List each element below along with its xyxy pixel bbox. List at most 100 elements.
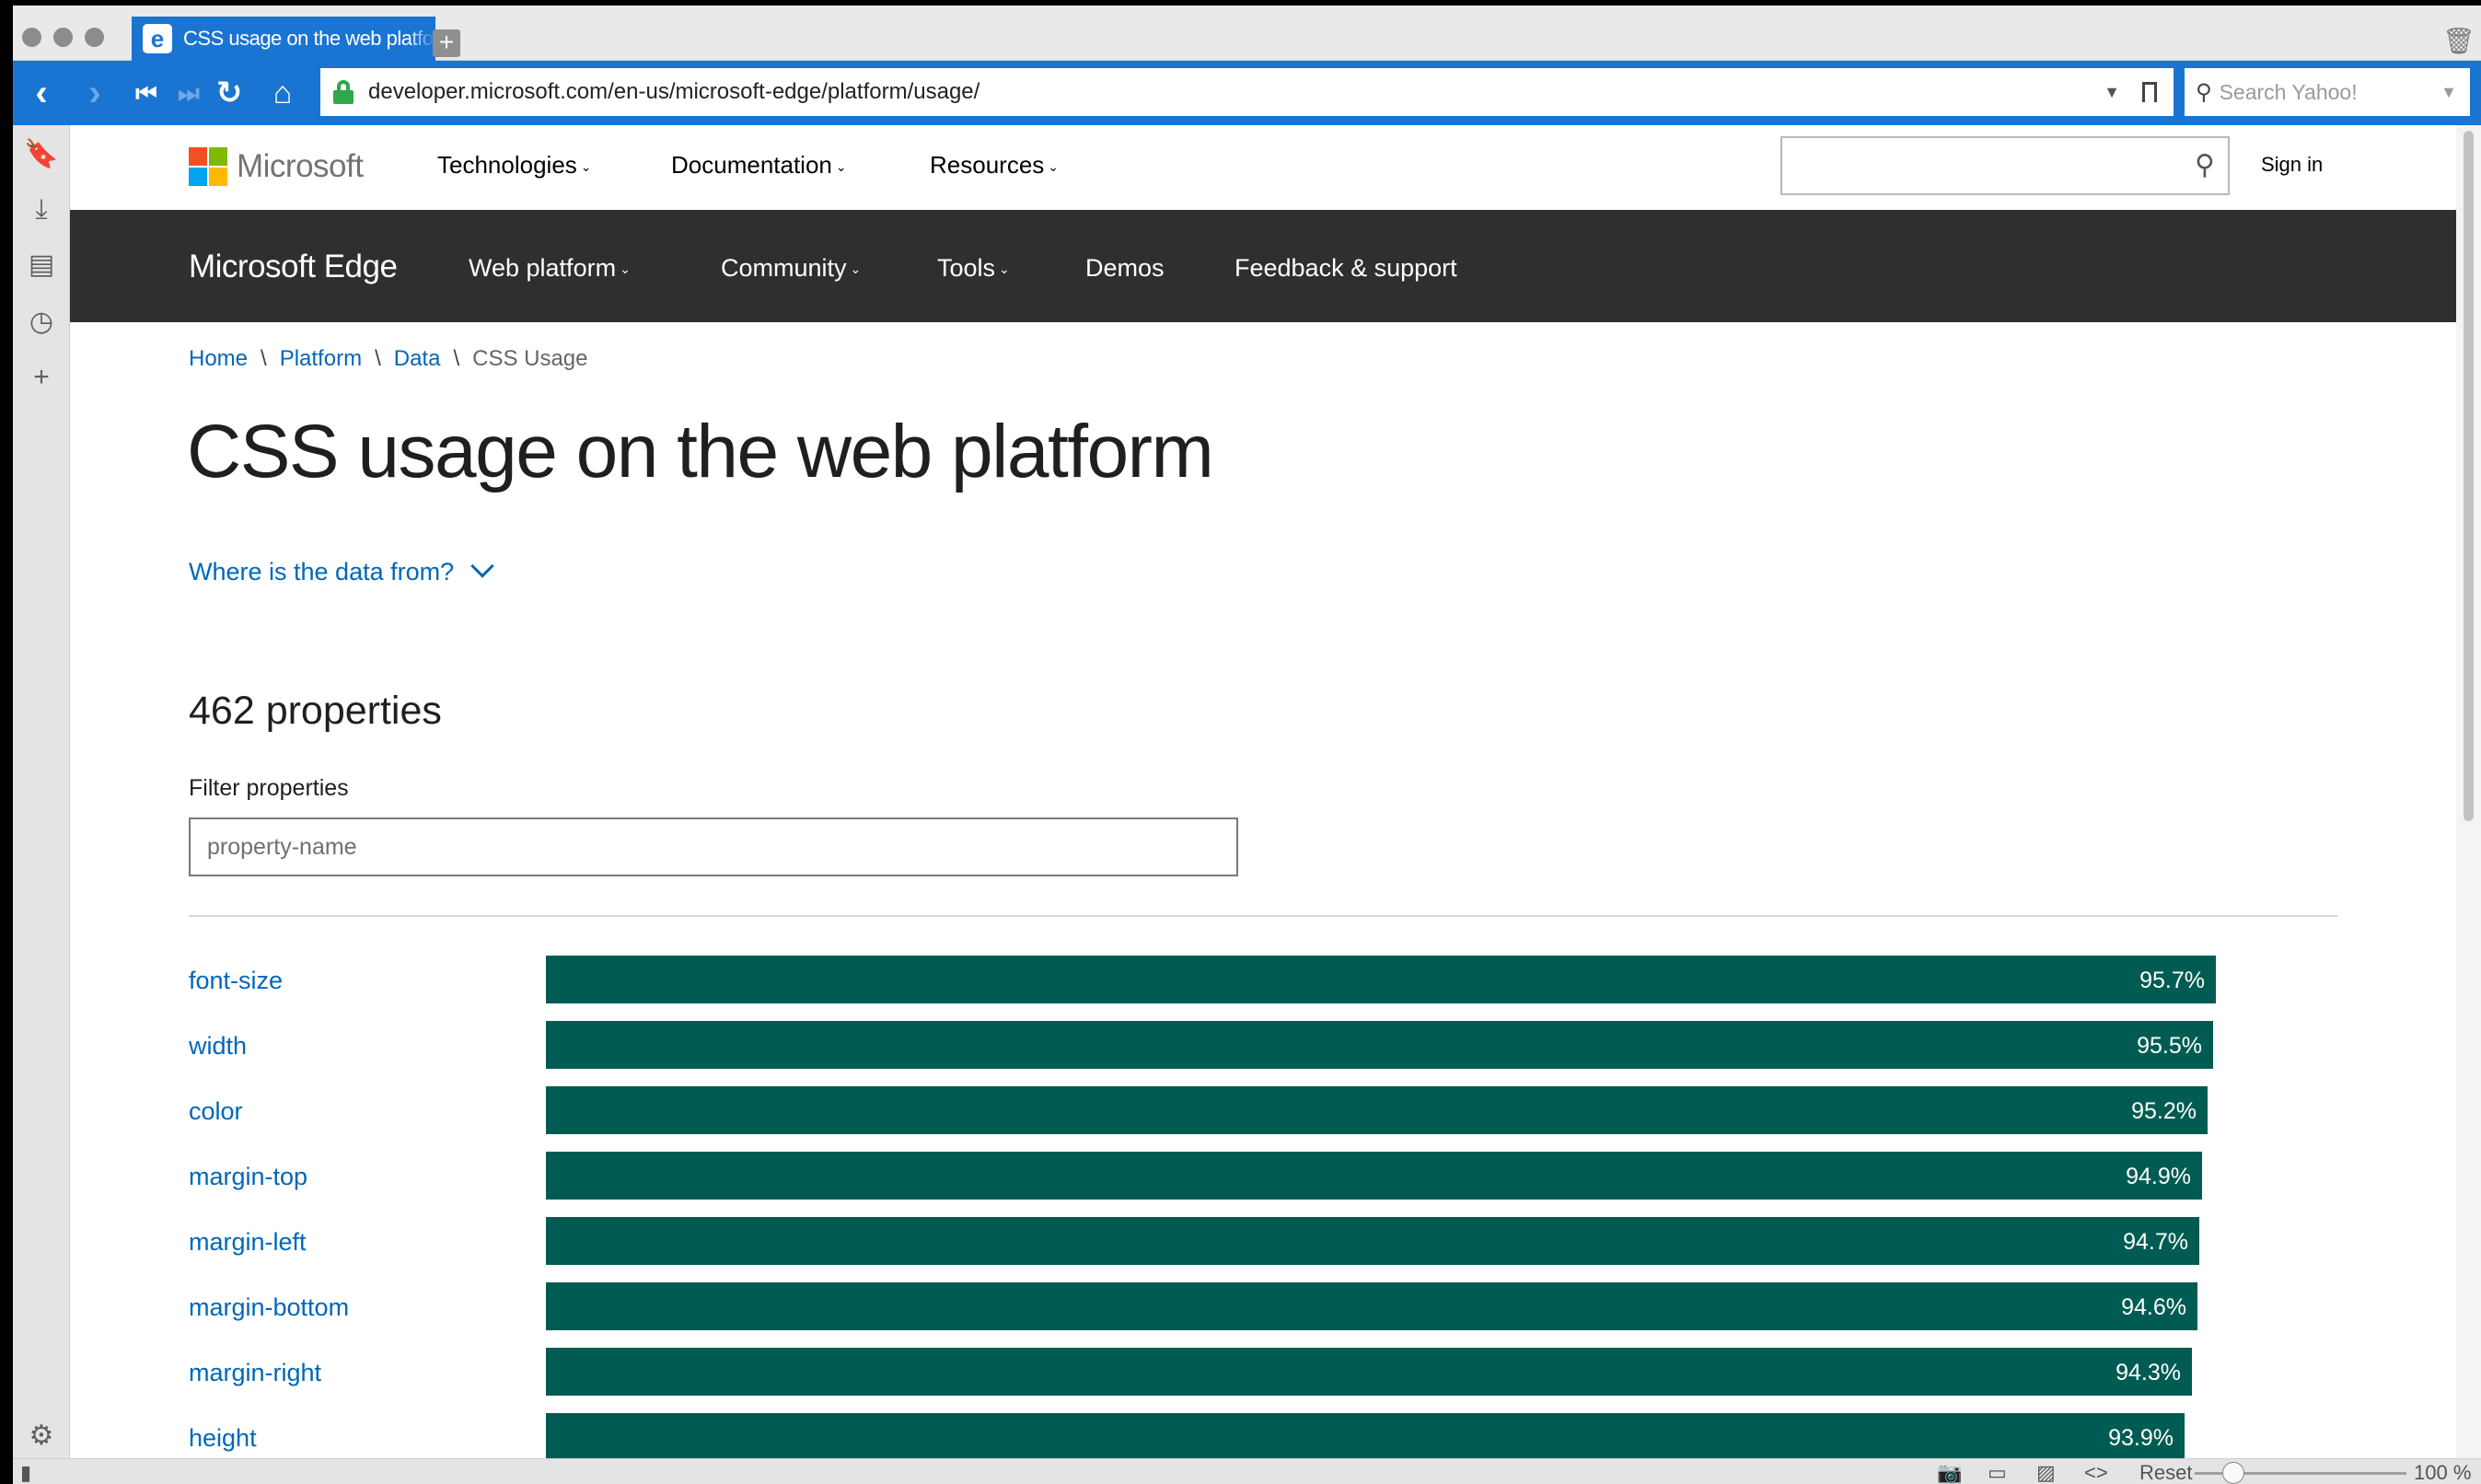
- title-bar: e CSS usage on the web platfo + 🗑: [13, 6, 2481, 61]
- edge-favicon-icon: e: [143, 24, 172, 53]
- fast-forward-button[interactable]: ⏭: [168, 72, 210, 114]
- page-actions-icon[interactable]: <>: [2084, 1461, 2108, 1484]
- usage-bar: 94.3%: [546, 1348, 2192, 1396]
- breadcrumb-platform[interactable]: Platform: [280, 346, 362, 372]
- breadcrumb-current: CSS Usage: [472, 346, 588, 371]
- images-toggle-icon[interactable]: ▨: [2036, 1461, 2056, 1484]
- tab-title: CSS usage on the web platfo: [183, 27, 434, 50]
- minimize-window-button[interactable]: [53, 28, 73, 47]
- usage-bar: 95.2%: [546, 1086, 2208, 1134]
- usage-bar: 94.7%: [546, 1217, 2199, 1265]
- divider: [189, 915, 2337, 917]
- usage-bar: 93.9%: [546, 1413, 2185, 1458]
- downloads-panel-icon[interactable]: ⤓: [13, 190, 70, 230]
- history-panel-icon[interactable]: ◷: [13, 302, 70, 342]
- usage-percentage: 94.3%: [2116, 1360, 2181, 1385]
- nav-demos[interactable]: Demos: [1085, 254, 1165, 283]
- panel-toggle-icon[interactable]: ▮: [20, 1461, 31, 1484]
- url-text[interactable]: developer.microsoft.com/en-us/microsoft-…: [368, 79, 2104, 105]
- sign-in-link[interactable]: Sign in: [2261, 153, 2323, 177]
- chevron-down-icon: ⌄: [850, 261, 862, 277]
- filter-label: Filter properties: [189, 775, 349, 801]
- usage-percentage: 93.9%: [2108, 1425, 2174, 1451]
- nav-tools[interactable]: Tools ⌄: [937, 254, 1010, 283]
- property-link[interactable]: margin-bottom: [189, 1293, 349, 1322]
- usage-bar: 95.7%: [546, 956, 2216, 1003]
- side-panel: 🔖 ⤓ ▤ ◷ + ⚙: [13, 125, 70, 1458]
- status-bar: ▮ 📷 ▭ ▨ <> Reset 100 %: [13, 1458, 2481, 1484]
- close-window-button[interactable]: [22, 28, 41, 47]
- rewind-button[interactable]: ⏮: [125, 72, 168, 114]
- property-link[interactable]: margin-right: [189, 1359, 321, 1387]
- site-search-input[interactable]: ⚲: [1780, 136, 2230, 195]
- forward-button[interactable]: ›: [74, 72, 116, 114]
- add-panel-icon[interactable]: +: [13, 357, 70, 398]
- chart-row: margin-right 94.3%: [70, 1346, 2456, 1411]
- bookmark-icon[interactable]: [2142, 82, 2157, 102]
- history-dropdown-icon[interactable]: ▼: [2104, 83, 2120, 102]
- chevron-down-icon: ⌄: [620, 261, 631, 277]
- microsoft-header: Microsoft Technologies ⌄ Documentation ⌄ R…: [70, 125, 2456, 210]
- chart-row: margin-left 94.7%: [70, 1215, 2456, 1281]
- search-icon[interactable]: ⚲: [2195, 149, 2215, 181]
- property-link[interactable]: width: [189, 1032, 247, 1061]
- search-engine-box[interactable]: ⚲ Search Yahoo! ▼: [2185, 68, 2470, 116]
- search-icon: ⚲: [2196, 79, 2212, 105]
- reload-button[interactable]: ↻: [208, 72, 250, 114]
- page-title: CSS usage on the web platform: [187, 410, 1214, 493]
- property-link[interactable]: height: [189, 1424, 257, 1453]
- settings-gear-icon[interactable]: ⚙: [13, 1416, 70, 1456]
- usage-percentage: 95.7%: [2139, 968, 2205, 993]
- capture-camera-icon[interactable]: 📷: [1937, 1461, 1962, 1484]
- zoom-window-button[interactable]: [85, 28, 104, 47]
- trash-icon[interactable]: 🗑: [2442, 28, 2475, 55]
- microsoft-logo-icon: [189, 147, 227, 186]
- notes-panel-icon[interactable]: ▤: [13, 245, 70, 285]
- scrollbar-thumb[interactable]: [2464, 131, 2474, 821]
- web-page: Microsoft Technologies ⌄ Documentation ⌄ R…: [70, 125, 2456, 1458]
- chevron-down-icon: ⌄: [999, 261, 1010, 277]
- usage-bar: 95.5%: [546, 1021, 2213, 1069]
- address-bar[interactable]: developer.microsoft.com/en-us/microsoft-…: [320, 68, 2174, 116]
- usage-percentage: 95.5%: [2137, 1033, 2202, 1059]
- breadcrumb-data[interactable]: Data: [394, 346, 441, 372]
- zoom-reset-button[interactable]: Reset: [2139, 1461, 2192, 1484]
- filter-properties-input[interactable]: [189, 817, 1238, 876]
- chart-row: margin-top 94.9%: [70, 1150, 2456, 1215]
- property-link[interactable]: font-size: [189, 967, 283, 995]
- chart-row: color 95.2%: [70, 1084, 2456, 1150]
- browser-toolbar: ‹ › ⏮ ⏭ ↻ ⌂ developer.microsoft.com/en-u…: [13, 61, 2481, 125]
- breadcrumb-home[interactable]: Home: [189, 346, 248, 372]
- zoom-level: 100 %: [2414, 1461, 2472, 1484]
- usage-percentage: 95.2%: [2131, 1098, 2197, 1124]
- lock-icon: [333, 80, 354, 104]
- chevron-down-icon: ⌄: [580, 158, 592, 174]
- zoom-slider-handle[interactable]: [2222, 1462, 2244, 1484]
- usage-percentage: 94.7%: [2123, 1229, 2188, 1255]
- search-engine-dropdown-icon[interactable]: ▼: [2440, 83, 2457, 102]
- usage-percentage: 94.9%: [2126, 1164, 2191, 1189]
- data-source-toggle[interactable]: Where is the data from?: [189, 554, 494, 586]
- home-button[interactable]: ⌂: [261, 72, 304, 114]
- usage-percentage: 94.6%: [2121, 1294, 2186, 1320]
- chevron-down-icon: [470, 554, 494, 578]
- nav-web-platform[interactable]: Web platform ⌄: [469, 254, 631, 283]
- tiling-icon[interactable]: ▭: [1988, 1461, 2007, 1484]
- nav-resources[interactable]: Resources ⌄: [930, 151, 1059, 180]
- chart-row: width 95.5%: [70, 1019, 2456, 1084]
- property-link[interactable]: color: [189, 1097, 243, 1126]
- edge-nav-bar: Microsoft Edge Web platform ⌄ Community ⌄ …: [70, 210, 2456, 322]
- nav-documentation[interactable]: Documentation ⌄: [671, 151, 847, 180]
- nav-feedback-support[interactable]: Feedback & support: [1235, 254, 1457, 283]
- nav-community[interactable]: Community ⌄: [721, 254, 861, 283]
- property-link[interactable]: margin-top: [189, 1163, 307, 1191]
- page-scrollbar[interactable]: [2456, 125, 2481, 1458]
- microsoft-logo[interactable]: Microsoft: [189, 147, 364, 186]
- new-tab-button[interactable]: +: [433, 29, 460, 57]
- edge-site-title[interactable]: Microsoft Edge: [189, 249, 398, 285]
- back-button[interactable]: ‹: [20, 72, 63, 114]
- nav-technologies[interactable]: Technologies ⌄: [437, 151, 592, 180]
- browser-tab-active[interactable]: e CSS usage on the web platfo: [132, 17, 435, 61]
- property-link[interactable]: margin-left: [189, 1228, 307, 1257]
- bookmarks-panel-icon[interactable]: 🔖: [13, 134, 70, 175]
